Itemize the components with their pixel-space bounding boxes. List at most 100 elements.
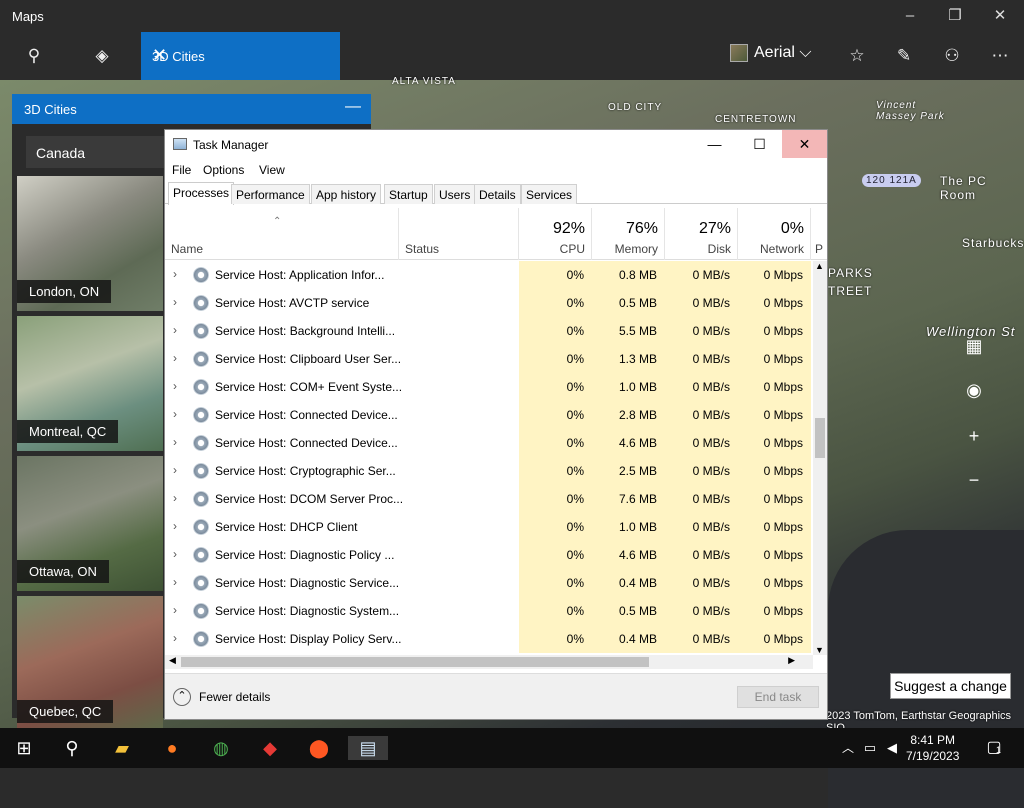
search-icon[interactable]: ⚲ (22, 44, 46, 68)
table-row[interactable]: › Service Host: DHCP Client 0% 1.0 MB 0 MB/s… (165, 513, 813, 541)
map-style-dropdown[interactable]: Aerial ⌵ (730, 44, 812, 68)
maps-pin-icon[interactable]: ⬤ (307, 736, 331, 760)
minimize-icon[interactable]: – (900, 6, 920, 26)
expand-chevron-icon[interactable]: › (173, 351, 177, 365)
map-label[interactable]: Starbucks (962, 236, 1024, 250)
map-label[interactable]: The PC Room (940, 174, 1024, 202)
close-icon[interactable]: ✕ (782, 130, 827, 158)
scroll-left-icon[interactable]: ◀ (169, 655, 176, 666)
clock[interactable]: 8:41 PM 7/19/2023 (906, 732, 959, 764)
col-name[interactable]: ⌃ Name (165, 208, 399, 260)
directions-icon[interactable]: ◈ (90, 44, 114, 68)
menu-file[interactable]: File (172, 163, 191, 177)
tab-performance[interactable]: Performance (231, 184, 310, 204)
minimize-icon[interactable]: — (692, 130, 737, 158)
expand-chevron-icon[interactable]: › (173, 575, 177, 589)
menu-view[interactable]: View (259, 163, 285, 177)
table-row[interactable]: › Service Host: Connected Device... 0% 2.8 … (165, 401, 813, 429)
close-tab-icon[interactable]: ✕ (152, 45, 334, 66)
chevron-up-icon[interactable]: ︿ (836, 736, 860, 760)
table-row[interactable]: › Service Host: Connected Device... 0% 4.6 … (165, 429, 813, 457)
network-icon[interactable]: ▭ (858, 736, 882, 760)
col-cpu[interactable]: 92% CPU (519, 208, 592, 260)
ink-pen-icon[interactable]: ✎ (892, 44, 916, 68)
end-task-button[interactable]: End task (737, 686, 819, 708)
maximize-icon[interactable]: ☐ (737, 130, 782, 158)
scroll-thumb[interactable] (181, 657, 649, 667)
tab-details[interactable]: Details (474, 184, 521, 204)
table-row[interactable]: › Service Host: Background Intelli... 0% 5.… (165, 317, 813, 345)
expand-chevron-icon[interactable]: › (173, 323, 177, 337)
anydesk-icon[interactable]: ◆ (258, 736, 282, 760)
vertical-scrollbar[interactable]: ▲ ▼ (813, 261, 827, 655)
menu-options[interactable]: Options (203, 163, 244, 177)
fewer-details-link[interactable]: Fewer details (199, 690, 270, 704)
expand-chevron-icon[interactable]: › (173, 267, 177, 281)
notifications-icon[interactable]: ▢ (982, 736, 1006, 760)
tilt-icon[interactable]: ▦ (958, 330, 990, 362)
expand-chevron-icon[interactable]: › (173, 491, 177, 505)
tab-app-history[interactable]: App history (311, 184, 382, 204)
city-tile-montreal[interactable]: Montreal, QC (17, 316, 163, 451)
volume-icon[interactable]: ◀ (880, 736, 904, 760)
restore-icon[interactable]: ❐ (945, 6, 965, 26)
file-explorer-icon[interactable]: ▰ (110, 736, 134, 760)
windows-start-icon[interactable]: ⊞ (12, 736, 36, 760)
more-icon[interactable]: ⋯ (988, 44, 1012, 68)
expand-chevron-icon[interactable]: › (173, 631, 177, 645)
col-memory[interactable]: 76% Memory (592, 208, 665, 260)
table-row[interactable]: › Service Host: COM+ Event Syste... 0% 1.0 … (165, 373, 813, 401)
expand-chevron-icon[interactable]: › (173, 379, 177, 393)
disk-value: 0 MB/s (665, 345, 738, 373)
scroll-right-icon[interactable]: ▶ (788, 655, 795, 666)
cpu-value: 0% (519, 597, 592, 625)
locate-icon[interactable]: ◉ (958, 374, 990, 406)
tab-startup[interactable]: Startup (384, 184, 433, 204)
city-tile-ottawa[interactable]: Ottawa, ON (17, 456, 163, 591)
close-icon[interactable]: ✕ (990, 6, 1010, 26)
tab-3d-cities[interactable]: 3D Cities ✕ (141, 32, 340, 80)
table-row[interactable]: › Service Host: Diagnostic System... 0% 0.5… (165, 597, 813, 625)
expand-chevron-icon[interactable]: › (173, 547, 177, 561)
scroll-thumb[interactable] (815, 418, 825, 458)
tab-users[interactable]: Users (434, 184, 476, 204)
disk-value: 0 MB/s (665, 597, 738, 625)
col-power[interactable]: P (811, 208, 827, 260)
scroll-down-icon[interactable]: ▼ (815, 645, 824, 655)
zoom-out-icon[interactable]: − (958, 464, 990, 496)
col-status[interactable]: Status (399, 208, 519, 260)
collapse-panel-icon[interactable]: — (345, 98, 361, 116)
expand-chevron-icon[interactable]: › (173, 463, 177, 477)
table-row[interactable]: › Service Host: Clipboard User Ser... 0% 1.… (165, 345, 813, 373)
chrome-icon[interactable]: ◍ (209, 736, 233, 760)
col-disk[interactable]: 27% Disk (665, 208, 738, 260)
table-row[interactable]: › Service Host: Cryptographic Ser... 0% 2.5… (165, 457, 813, 485)
table-row[interactable]: › Service Host: DCOM Server Proc... 0% 7.6 … (165, 485, 813, 513)
task-manager-taskbar-icon[interactable]: ▤ (348, 736, 388, 760)
table-row[interactable]: › Service Host: Display Policy Serv... 0% 0… (165, 625, 813, 653)
table-row[interactable]: › Service Host: Diagnostic Policy ... 0% 4.… (165, 541, 813, 569)
expand-chevron-icon[interactable]: › (173, 603, 177, 617)
expand-chevron-icon[interactable]: › (173, 519, 177, 533)
favorites-icon[interactable]: ☆ (845, 44, 869, 68)
zoom-in-icon[interactable]: + (958, 420, 990, 452)
expand-chevron-icon[interactable]: › (173, 407, 177, 421)
chevron-up-icon[interactable]: ⌃ (173, 688, 191, 706)
tab-processes[interactable]: Processes (168, 182, 235, 205)
profile-icon[interactable]: ⚇ (940, 44, 964, 68)
search-icon[interactable]: ⚲ (60, 736, 84, 760)
col-network[interactable]: 0% Network (738, 208, 811, 260)
scroll-up-icon[interactable]: ▲ (815, 261, 824, 271)
table-row[interactable]: › Service Host: Diagnostic Service... 0% 0.… (165, 569, 813, 597)
city-tile-quebec[interactable]: Quebec, QC (17, 596, 163, 731)
tab-services[interactable]: Services (521, 184, 578, 204)
map-style-label: Aerial (754, 44, 795, 62)
firefox-icon[interactable]: ● (160, 736, 184, 760)
expand-chevron-icon[interactable]: › (173, 435, 177, 449)
table-row[interactable]: › Service Host: Application Infor... 0% 0.8… (165, 261, 813, 289)
expand-chevron-icon[interactable]: › (173, 295, 177, 309)
horizontal-scrollbar[interactable]: ◀ ▶ (165, 655, 813, 669)
suggest-change-button[interactable]: Suggest a change (890, 673, 1011, 699)
city-tile-london[interactable]: London, ON (17, 176, 163, 311)
table-row[interactable]: › Service Host: AVCTP service 0% 0.5 MB 0 MB… (165, 289, 813, 317)
